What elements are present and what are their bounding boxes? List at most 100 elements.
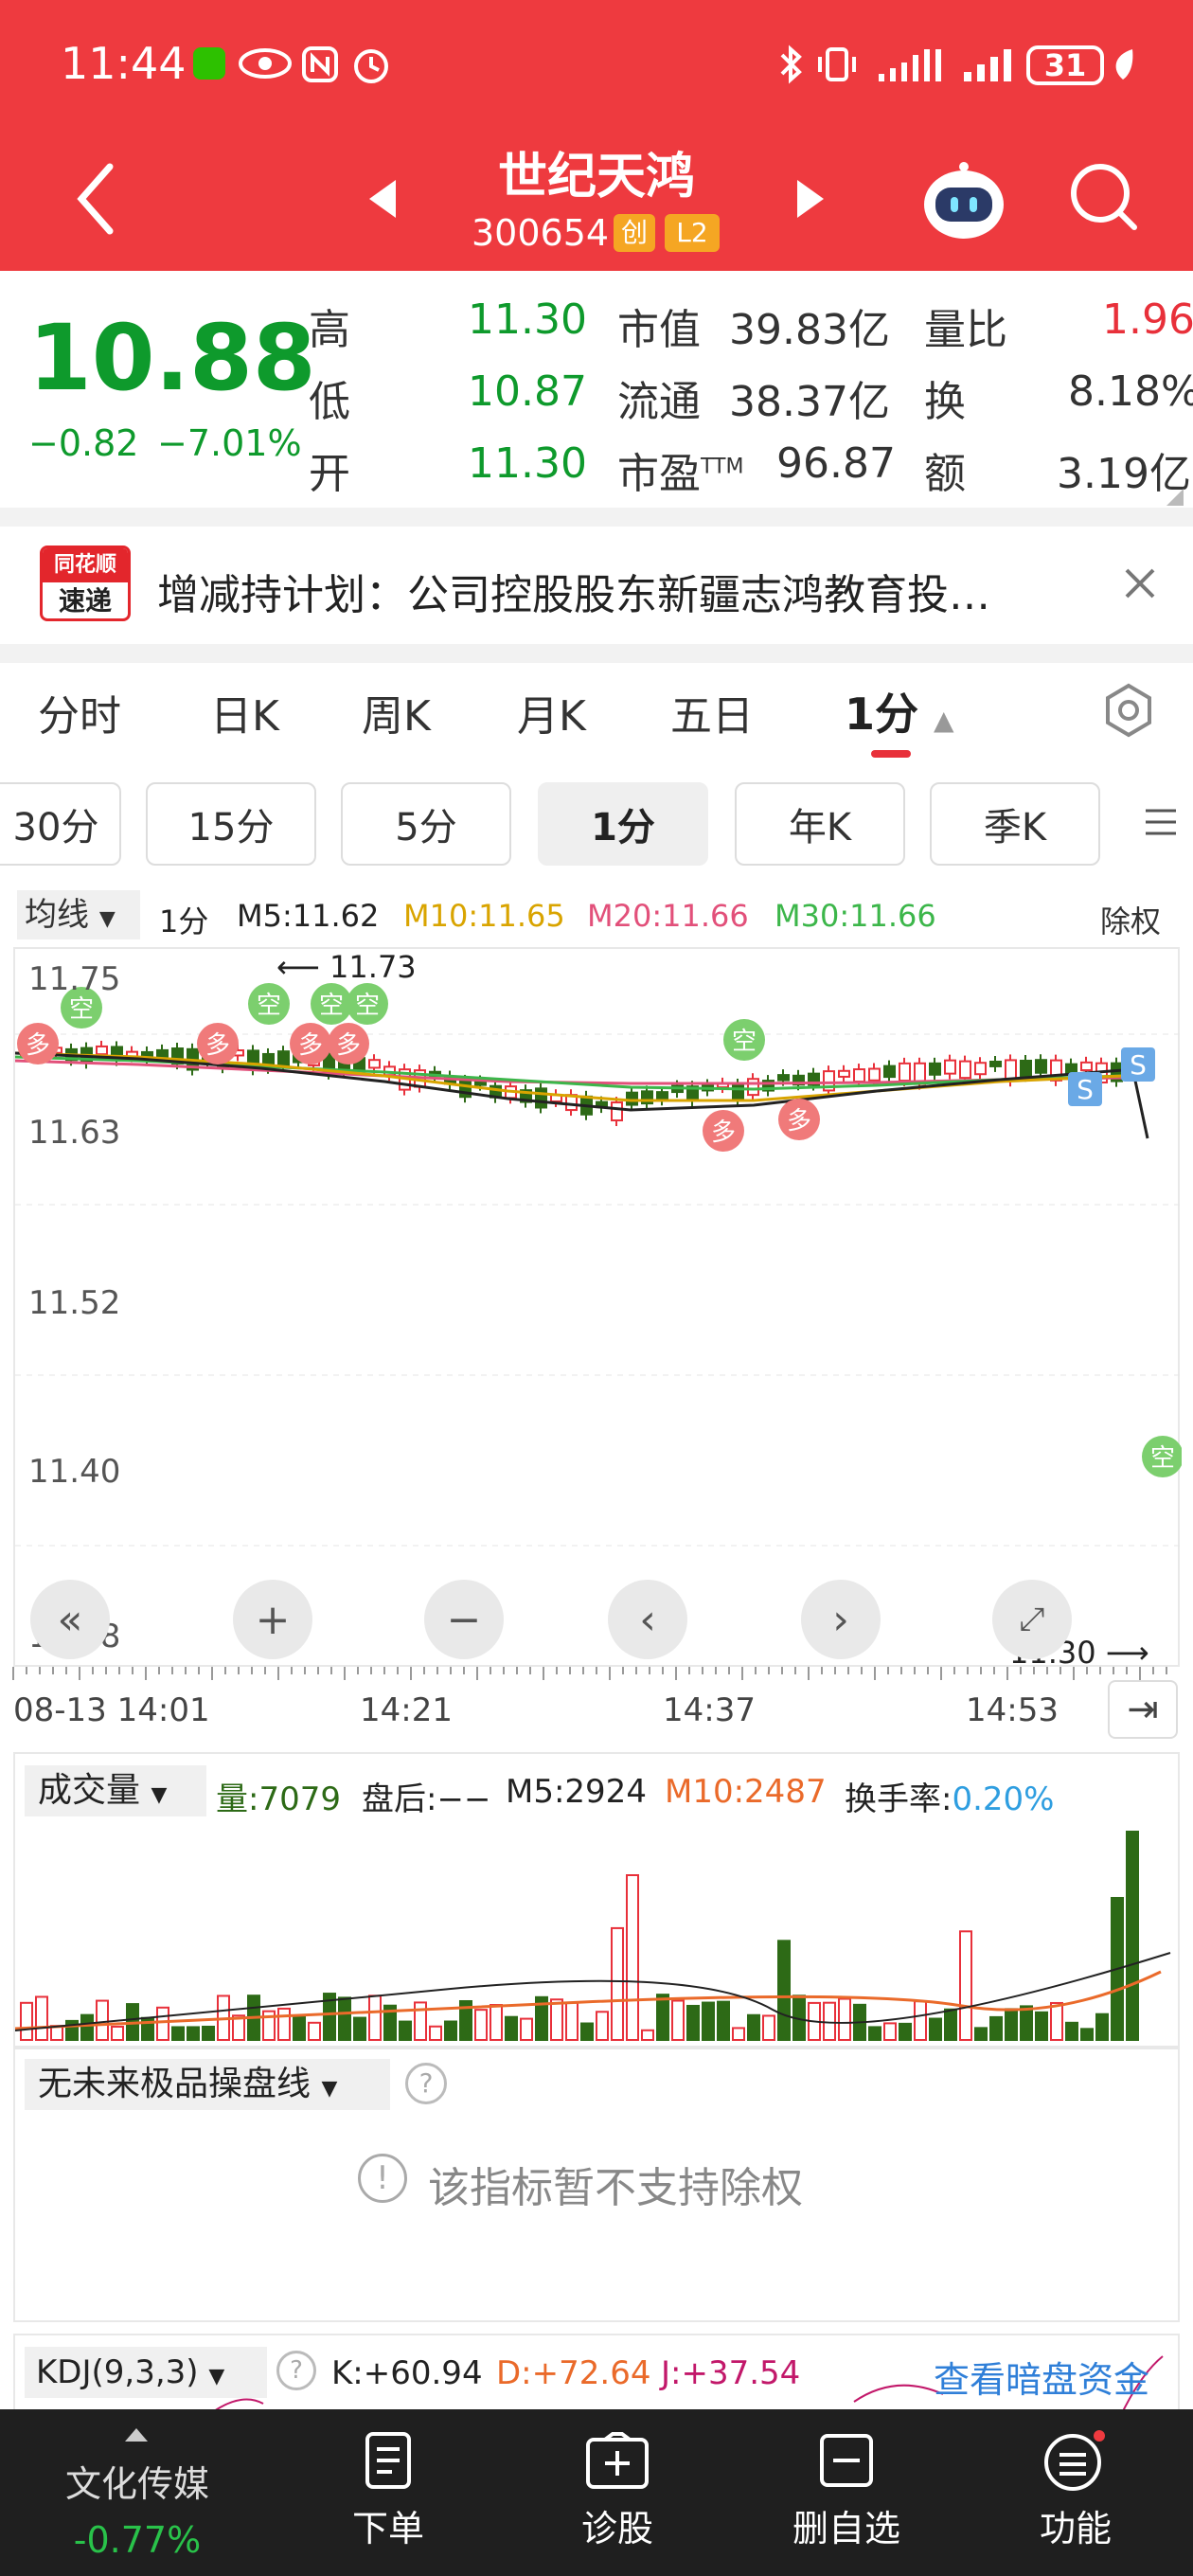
volume-bar <box>368 1995 382 2041</box>
long-signal-tag-label: 多 <box>787 1107 811 1136</box>
kdj-select[interactable]: KDJ(9,3,3) ▼ <box>25 2347 267 2398</box>
turnover-rate: 换手率:0.20% <box>845 1773 1054 1819</box>
candle <box>611 1101 623 1122</box>
function-button[interactable]: 功能 <box>1000 2430 1151 2551</box>
long-signal-tag-label: 多 <box>336 1031 361 1060</box>
remove-watchlist-button[interactable]: 删自选 <box>771 2430 922 2551</box>
volume-bar <box>1065 2021 1078 2042</box>
sector-name[interactable]: 文化传媒 <box>38 2455 237 2507</box>
candle <box>626 1091 638 1106</box>
scroll-left-button[interactable]: ‹ <box>608 1580 687 1659</box>
logo-bottom-text: 速递 <box>58 585 112 617</box>
time-ticks <box>12 1667 1167 1680</box>
prev-stock-icon[interactable] <box>365 178 400 220</box>
tab-weekly-k[interactable]: 周K <box>362 682 431 742</box>
volume-bar <box>899 2022 912 2041</box>
dark-pool-link[interactable]: 查看暗盘资金 <box>934 2351 1149 2403</box>
time-axis: 08-13 14:01 14:21 14:37 14:53 ⇥ <box>0 1667 1193 1743</box>
volume-select[interactable]: 成交量 ▼ <box>25 1765 206 1816</box>
short-signal-tag-label: 空 <box>257 992 281 1020</box>
sell-signal-tag-label: S <box>1077 1074 1094 1105</box>
news-banner[interactable]: 同花顺 速递 增减持计划：公司控股股东新疆志鸿教育投… <box>0 527 1193 644</box>
mktcap-label: 市值 <box>617 306 701 354</box>
tab-daily-k[interactable]: 日K <box>210 682 279 742</box>
kdj-d: D:+72.64 <box>496 2354 651 2392</box>
candle <box>868 1067 881 1082</box>
volume-bar <box>353 2016 366 2041</box>
candle <box>959 1060 971 1080</box>
legend-m10: M10:11.65 <box>403 898 565 934</box>
help-icon[interactable]: ? <box>276 2351 316 2390</box>
signal-icon <box>879 49 941 81</box>
volume-bar <box>989 2015 1003 2041</box>
subtab-year-k[interactable]: 年K <box>735 782 905 866</box>
back-icon[interactable] <box>72 161 119 237</box>
volume-bar <box>626 1874 639 2041</box>
ma-select[interactable]: 均线 ▼ <box>17 890 140 939</box>
minus-icon: − <box>446 1595 482 1644</box>
menu-icon[interactable] <box>1142 803 1180 841</box>
dropdown-icon: ▼ <box>98 907 116 931</box>
subtab-15min[interactable]: 15分 <box>146 782 316 866</box>
ma-legend: 均线 ▼ 1分 M5:11.62 M10:11.65 M20:11.66 M30… <box>0 890 1193 943</box>
after-hours: 盘后:−− <box>362 1780 491 1818</box>
price-change-pct: −7.01% <box>157 422 302 464</box>
diagnose-label: 诊股 <box>580 2508 653 2549</box>
robot-assistant-icon[interactable] <box>920 161 1007 242</box>
signal-icon <box>964 49 1011 81</box>
order-button[interactable]: 下单 <box>312 2430 464 2551</box>
settings-hexagon-icon[interactable] <box>1100 682 1157 739</box>
tab-indicator <box>871 750 911 758</box>
tab-timeshare[interactable]: 分时 <box>38 682 121 742</box>
expand-corner-icon[interactable] <box>1166 489 1184 506</box>
legend-m20: M20:11.66 <box>587 898 749 934</box>
subtab-1min[interactable]: 1分 <box>538 782 708 866</box>
candle <box>974 1062 987 1076</box>
zoom-in-button[interactable]: + <box>233 1580 312 1659</box>
subtab-quarter-k[interactable]: 季K <box>930 782 1100 866</box>
turnover-value: 8.18% <box>1068 367 1193 416</box>
next-stock-icon[interactable] <box>793 178 828 220</box>
status-bar: 11:44 31 <box>0 0 1193 133</box>
ma-select-label: 均线 <box>25 896 89 934</box>
news-logo: 同花顺 速递 <box>40 546 131 621</box>
exright-button[interactable]: 除权 <box>1100 898 1161 941</box>
subtab-30min[interactable]: 30分 <box>0 782 121 866</box>
volume-bar <box>1020 2005 1033 2041</box>
dropdown-icon: ▼ <box>208 2365 225 2388</box>
zoom-out-button[interactable]: − <box>424 1580 504 1659</box>
candle <box>838 1069 850 1078</box>
function-icon <box>1044 2430 1105 2491</box>
quote-panel: 10.88 −0.82 −7.01% 高 11.30 低 10.87 开 11.… <box>0 271 1193 508</box>
volume-bar <box>944 2008 957 2042</box>
ma-line <box>14 1051 1124 1102</box>
volume-bar <box>732 2027 745 2042</box>
volume-bar <box>702 2001 715 2041</box>
jump-latest-button[interactable]: ⇥ <box>1108 1680 1178 1739</box>
close-icon[interactable] <box>1123 566 1157 600</box>
volume-bar <box>717 2000 730 2041</box>
indicator-select[interactable]: 无未来极品操盘线 ▼ <box>25 2059 390 2110</box>
tab-five-day[interactable]: 五日 <box>670 682 754 742</box>
legend-period: 1分 <box>159 903 209 939</box>
tab-monthly-k[interactable]: 月K <box>517 682 586 742</box>
x-label-2: 14:21 <box>360 1691 453 1729</box>
search-icon[interactable] <box>1066 159 1142 235</box>
rewind-button[interactable]: « <box>30 1580 110 1659</box>
tab-1min[interactable]: 1分 ▲ <box>845 680 954 742</box>
volume-bar <box>671 1999 685 2041</box>
candle <box>156 1048 169 1059</box>
long-signal-tag-label: 多 <box>205 1031 230 1060</box>
volume-panel[interactable]: 成交量 ▼ 量:7079 盘后:−− M5:2924 M10:2487 换手率:… <box>13 1752 1180 2048</box>
scroll-right-button[interactable]: › <box>801 1580 881 1659</box>
volume-bar <box>883 2022 897 2041</box>
fullscreen-button[interactable]: ⤢ <box>992 1580 1072 1659</box>
volume-bar <box>20 2001 33 2042</box>
kline-chart[interactable]: 多多多多多多空空空空空空SS 11.75 11.63 11.52 11.40 1… <box>13 947 1184 1671</box>
diagnose-button[interactable]: 诊股 <box>542 2430 693 2551</box>
chevron-left-icon: ‹ <box>639 1595 656 1644</box>
help-icon[interactable]: ? <box>405 2063 447 2104</box>
subtab-5min[interactable]: 5分 <box>341 782 511 866</box>
volume-bar <box>35 1995 48 2041</box>
volume-bar <box>1126 1831 1139 2041</box>
